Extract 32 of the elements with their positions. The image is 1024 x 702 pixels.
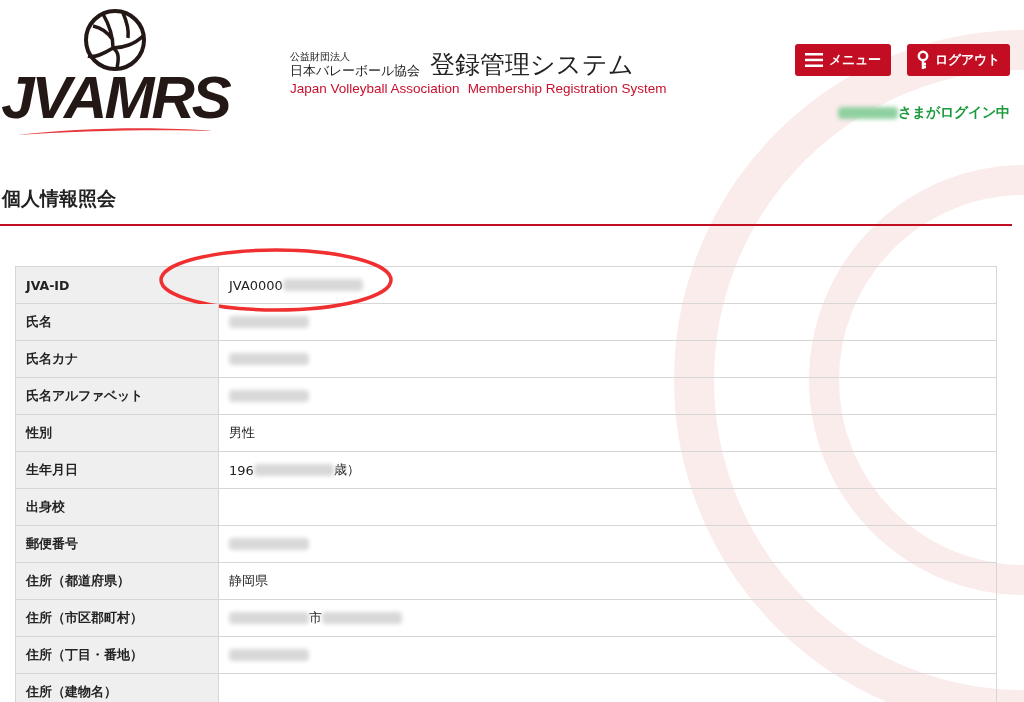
row-label: 住所（都道府県） <box>16 563 219 599</box>
row-label: 郵便番号 <box>16 526 219 562</box>
system-name-english: Membership Registration System <box>467 81 667 96</box>
field-value: JVA0000 <box>229 277 283 293</box>
field-value: 196 <box>229 462 254 478</box>
row-label: JVA-ID <box>16 267 219 303</box>
key-icon <box>917 50 929 70</box>
field-value: 男性 <box>229 424 255 442</box>
field-value: 静岡県 <box>229 572 268 590</box>
row-label: 氏名カナ <box>16 341 219 377</box>
org-name-english: Japan Volleyball Association <box>290 81 460 96</box>
row-label: 出身校 <box>16 489 219 525</box>
row-label: 住所（建物名） <box>16 674 219 702</box>
login-status: さまがログイン中 <box>898 104 1010 122</box>
logo-text: JVAMRS <box>1 70 229 126</box>
volleyball-icon <box>83 8 147 72</box>
row-label: 住所（市区郡町村） <box>16 600 219 636</box>
row-label: 生年月日 <box>16 452 219 488</box>
row-label: 住所（丁目・番地） <box>16 637 219 673</box>
system-name: 登録管理システム <box>430 51 634 79</box>
org-type: 公益財団法人 <box>290 50 351 63</box>
org-name: 日本バレーボール協会 <box>290 63 420 79</box>
page-title: 個人情報照会 <box>0 186 1012 226</box>
blurred-text <box>838 107 898 119</box>
menu-icon <box>805 53 823 67</box>
logout-button[interactable]: ログアウト <box>907 44 1010 76</box>
menu-button[interactable]: メニュー <box>795 44 891 76</box>
row-label: 氏名 <box>16 304 219 340</box>
row-label: 性別 <box>16 415 219 451</box>
field-value: 歳） <box>333 461 360 479</box>
row-label: 氏名アルファベット <box>16 378 219 414</box>
field-value: 市 <box>309 609 322 627</box>
